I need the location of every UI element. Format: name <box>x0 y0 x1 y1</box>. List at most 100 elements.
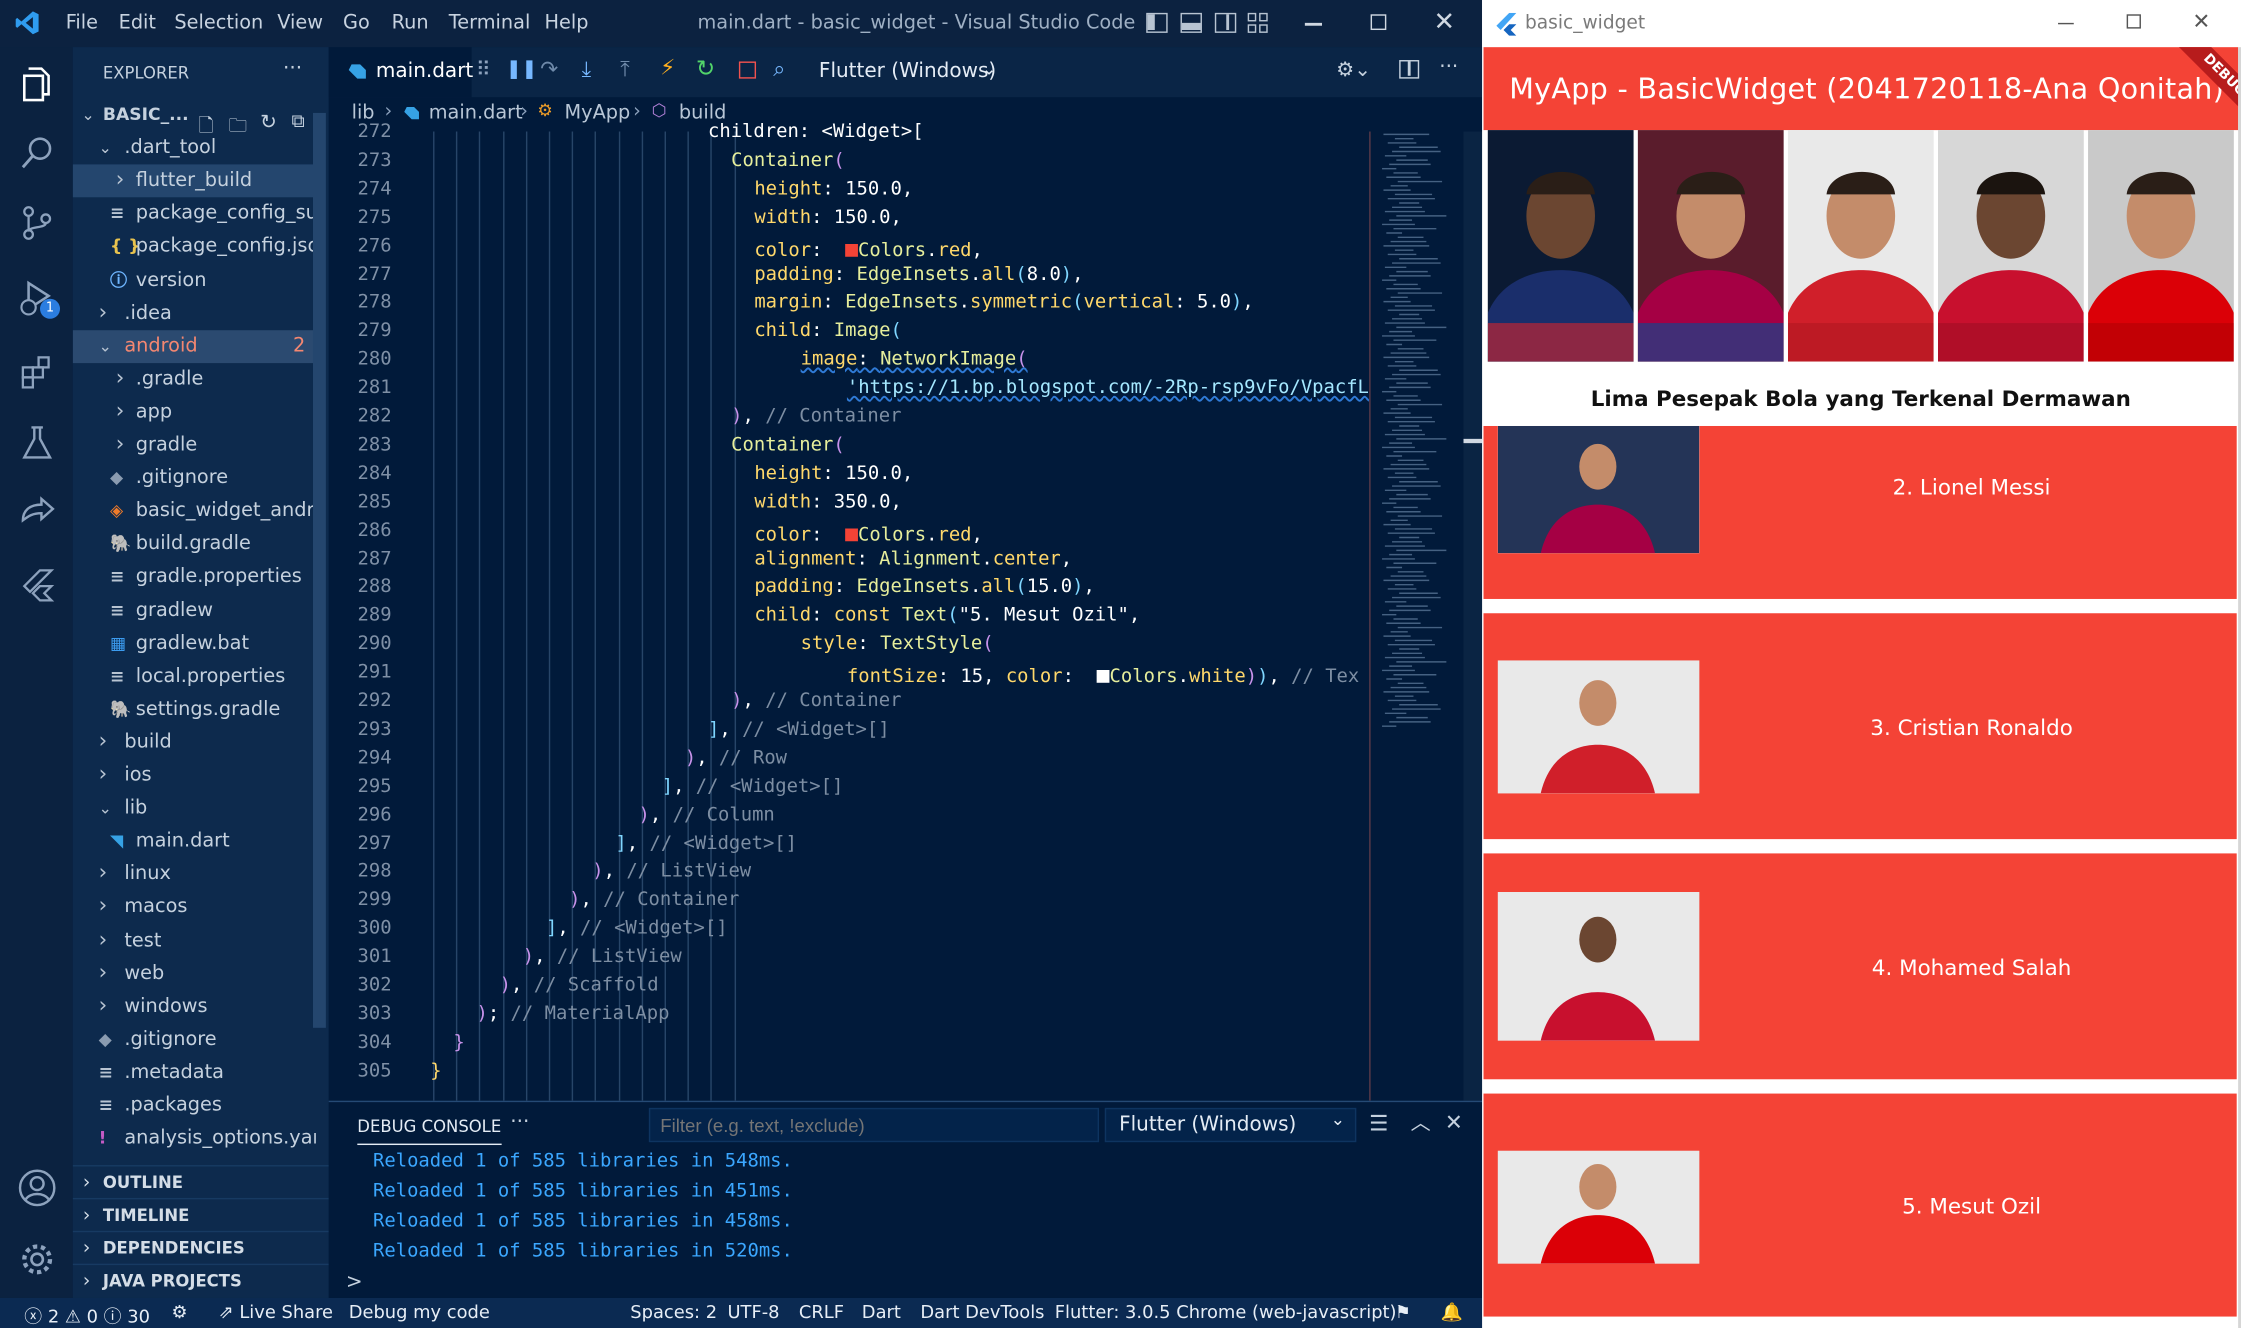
pause-icon[interactable]: ❚❚ <box>506 59 537 80</box>
tree-item-app[interactable]: › app <box>73 396 316 429</box>
sidebar-scrollbar[interactable] <box>312 112 326 1028</box>
tree-item-test[interactable]: › test <box>73 924 316 957</box>
minimap[interactable] <box>1376 132 1459 732</box>
console-filter-input[interactable] <box>648 1107 1100 1143</box>
menu-item-help[interactable]: Help <box>545 11 589 34</box>
debug-config-status[interactable]: Debug my code <box>349 1301 490 1322</box>
refresh-icon[interactable]: ↻ <box>260 112 277 135</box>
hot-reload-icon[interactable]: ⚡ <box>660 54 675 80</box>
tree-item-build[interactable]: › build <box>73 726 316 759</box>
collapse-all-icon[interactable]: ⧉ <box>292 112 305 133</box>
flutter-icon[interactable] <box>16 565 59 608</box>
editor-scrollbar[interactable] <box>1463 131 1483 1101</box>
breadcrumb-file[interactable]: main.dart <box>429 101 523 124</box>
menu-item-go[interactable]: Go <box>343 11 370 34</box>
problems-indicator[interactable]: ⓧ 2 ⚠ 0 ⓘ 30 <box>24 1301 150 1328</box>
tree-item--metadata[interactable]: ≡ .metadata <box>73 1056 316 1089</box>
tree-item--idea[interactable]: › .idea <box>73 297 316 330</box>
tree-item-flutter-build[interactable]: › flutter_build <box>72 164 316 198</box>
code-editor[interactable]: 272 children: <Widget>[273 Container(274 he… <box>329 122 1483 1101</box>
stop-icon[interactable] <box>738 61 757 79</box>
live-share-icon[interactable] <box>16 492 59 535</box>
tree-item--packages[interactable]: ≡ .packages <box>73 1089 316 1122</box>
extensions-icon[interactable] <box>16 350 59 393</box>
indent-status[interactable]: Spaces: 2 <box>630 1301 717 1322</box>
tree-item-linux[interactable]: › linux <box>73 858 316 891</box>
tree-item-build-gradle[interactable]: 🐘 build.gradle <box>73 528 316 561</box>
toggle-secondary-sidebar-icon[interactable] <box>1214 12 1237 33</box>
feedback-icon[interactable]: ⚑ <box>1395 1301 1411 1322</box>
step-out-icon[interactable]: ⤒ <box>620 56 629 82</box>
section-dependencies[interactable]: › DEPENDENCIES <box>72 1230 329 1264</box>
search-icon[interactable] <box>16 132 59 175</box>
tree-item-version[interactable]: ⓘ version <box>73 264 316 297</box>
language-status[interactable]: Dart <box>862 1301 901 1322</box>
section-java-projects[interactable]: › JAVA PROJECTS <box>72 1263 329 1297</box>
tree-item-gradlew-bat[interactable]: ▦ gradlew.bat <box>73 627 316 660</box>
account-icon[interactable] <box>16 1166 59 1209</box>
tree-item--gitignore[interactable]: ◆ .gitignore <box>73 1023 316 1056</box>
tree-item-settings-gradle[interactable]: 🐘 settings.gradle <box>73 693 316 726</box>
encoding-status[interactable]: UTF-8 <box>727 1301 779 1322</box>
drag-handle-icon[interactable]: ⠿ <box>476 59 491 82</box>
step-over-icon[interactable]: ↷ <box>540 56 558 82</box>
step-into-icon[interactable]: ⤓ <box>582 56 591 82</box>
notifications-icon[interactable]: 🔔 <box>1441 1301 1463 1324</box>
menu-item-view[interactable]: View <box>277 11 323 34</box>
debug-status-icon[interactable]: ⚙ <box>172 1301 188 1322</box>
testing-icon[interactable] <box>16 422 59 465</box>
new-file-icon[interactable]: 🗋 <box>199 113 214 144</box>
menu-item-run[interactable]: Run <box>392 11 429 34</box>
tree-item-lib[interactable]: ⌄ lib <box>73 792 316 825</box>
tab-main-dart[interactable]: main.dart <box>328 47 473 98</box>
new-folder-icon[interactable]: 🗀 <box>229 113 248 144</box>
more-actions-icon[interactable]: ··· <box>1439 56 1458 79</box>
tree-item-main-dart[interactable]: ◥ main.dart <box>73 825 316 858</box>
menu-item-file[interactable]: File <box>66 11 98 34</box>
clear-console-icon[interactable]: ☰ <box>1369 1111 1388 1137</box>
tree-item-analysis-options-yaml[interactable]: ! analysis_options.yaml <box>73 1122 316 1155</box>
console-target-select[interactable]: Flutter (Windows) ⌄ <box>1104 1107 1357 1143</box>
minimize-icon[interactable] <box>1304 22 1323 26</box>
menu-item-edit[interactable]: Edit <box>119 11 156 34</box>
tree-item-basic-widget-androi-[interactable]: ◈ basic_widget_androi... <box>73 495 316 528</box>
minimize-icon[interactable] <box>2058 22 2074 25</box>
tree-item--gitignore[interactable]: ◆ .gitignore <box>73 462 316 495</box>
panel-more-icon[interactable]: ··· <box>510 1111 529 1134</box>
settings-gear-icon[interactable] <box>16 1238 59 1281</box>
devtools-status[interactable]: Dart DevTools <box>920 1301 1044 1322</box>
tree-item-windows[interactable]: › windows <box>73 990 316 1023</box>
restart-icon[interactable]: ↻ <box>696 54 715 81</box>
toggle-sidebar-icon[interactable] <box>1146 12 1168 33</box>
chevron-down-icon[interactable]: ⌄ <box>982 59 996 79</box>
tree-item-web[interactable]: › web <box>73 957 316 990</box>
inspector-icon[interactable]: ⌕ <box>773 56 785 82</box>
run-target-label[interactable]: Flutter (Windows) <box>819 60 996 83</box>
split-editor-icon[interactable] <box>1399 60 1420 79</box>
eol-status[interactable]: CRLF <box>799 1301 844 1322</box>
tree-item-local-properties[interactable]: ≡ local.properties <box>73 660 316 693</box>
close-icon[interactable]: ✕ <box>1433 7 1455 37</box>
maximize-icon[interactable] <box>1370 14 1387 31</box>
debug-console-tab[interactable]: DEBUG CONSOLE <box>357 1116 502 1146</box>
section-outline[interactable]: › OUTLINE <box>72 1165 329 1198</box>
device-status[interactable]: Chrome (web-javascript) <box>1176 1301 1396 1322</box>
tree-item-android[interactable]: ⌄ android 2 <box>72 329 316 363</box>
breadcrumb-class[interactable]: MyApp <box>565 101 631 124</box>
menu-item-terminal[interactable]: Terminal <box>449 11 531 34</box>
console-prompt[interactable]: > <box>346 1271 363 1294</box>
menu-item-selection[interactable]: Selection <box>174 11 263 34</box>
tree-item-package-config-sub-[interactable]: ≡ package_config_sub... <box>73 198 316 231</box>
tree-item-package-config-json[interactable]: { } package_config.json <box>73 231 316 264</box>
customize-layout-icon[interactable] <box>1247 12 1269 33</box>
maximize-panel-icon[interactable]: ︿ <box>1411 1108 1431 1137</box>
section-timeline[interactable]: › TIMELINE <box>72 1197 329 1231</box>
tree-item-ios[interactable]: › ios <box>73 759 316 792</box>
run-debug-dropdown-icon[interactable]: ⚙⌄ <box>1336 59 1371 82</box>
tree-item--dart-tool[interactable]: ⌄ .dart_tool <box>73 132 316 165</box>
tree-item-gradle[interactable]: › gradle <box>73 429 316 462</box>
maximize-icon[interactable] <box>2126 14 2141 29</box>
close-icon[interactable]: ✕ <box>2192 9 2210 35</box>
explorer-more-icon[interactable]: ··· <box>283 57 302 80</box>
tree-item-gradlew[interactable]: ≡ gradlew <box>73 594 316 627</box>
